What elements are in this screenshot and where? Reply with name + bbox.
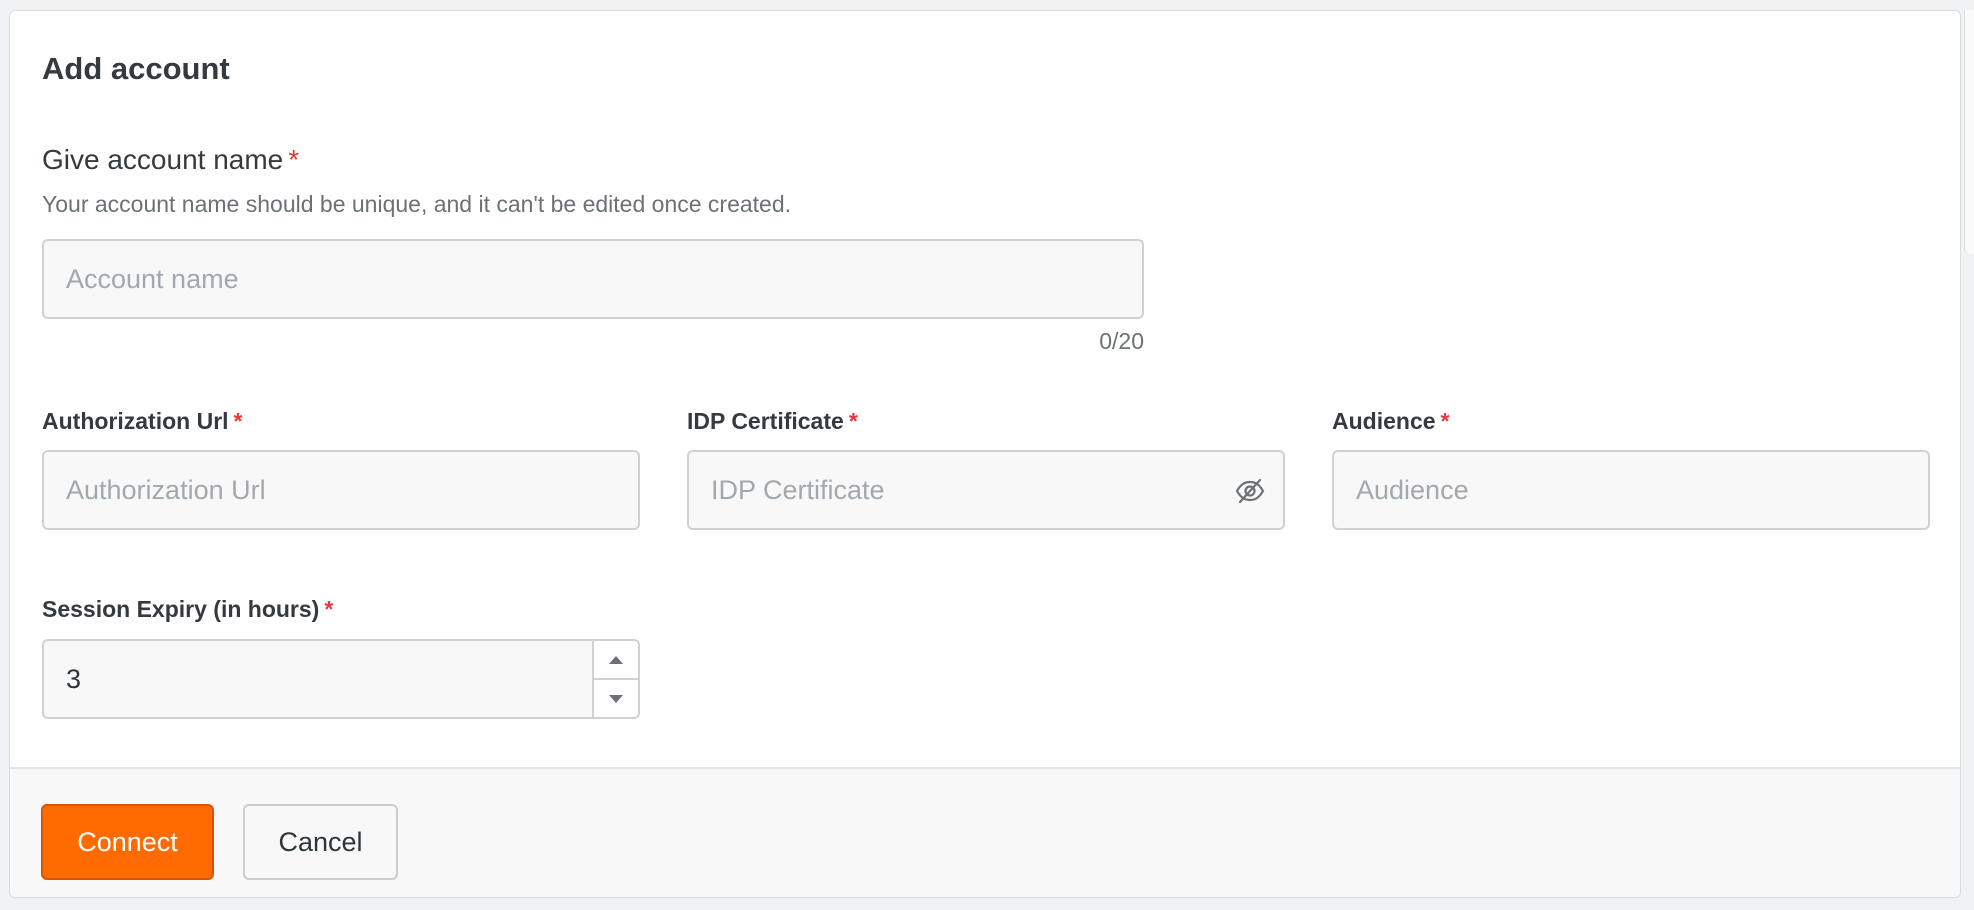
account-name-label: Give account name * <box>42 144 299 176</box>
account-name-label-text: Give account name <box>42 144 284 175</box>
session-expiry-input[interactable] <box>44 641 594 717</box>
dialog-title: Add account <box>42 51 230 86</box>
caret-down-icon <box>609 694 623 703</box>
idp-certificate-label-text: IDP Certificate <box>687 408 844 434</box>
eye-off-icon[interactable] <box>1234 475 1266 507</box>
decrement-button[interactable] <box>594 680 638 717</box>
required-asterisk: * <box>324 596 334 622</box>
authorization-url-label: Authorization Url * <box>42 408 243 435</box>
session-expiry-label-text: Session Expiry (in hours) <box>42 596 320 622</box>
authorization-url-input[interactable] <box>42 450 640 530</box>
audience-label-text: Audience <box>1332 408 1436 434</box>
connect-button[interactable]: Connect <box>41 804 214 880</box>
increment-button[interactable] <box>594 641 638 680</box>
audience-label: Audience * <box>1332 408 1449 435</box>
idp-certificate-input[interactable] <box>687 450 1285 530</box>
session-expiry-stepper <box>42 639 640 719</box>
stepper-controls <box>592 641 638 717</box>
account-name-help-text: Your account name should be unique, and … <box>42 191 792 217</box>
add-account-dialog: Add account Give account name * Your acco… <box>9 10 1961 898</box>
caret-up-icon <box>609 655 623 664</box>
audience-input[interactable] <box>1332 450 1930 530</box>
session-expiry-label: Session Expiry (in hours) * <box>42 596 333 623</box>
character-counter: 0/20 <box>1099 328 1144 354</box>
cancel-button[interactable]: Cancel <box>243 804 398 880</box>
dialog-footer: Connect Cancel <box>10 767 1960 897</box>
account-name-input[interactable] <box>42 239 1144 319</box>
required-asterisk: * <box>848 408 858 434</box>
required-asterisk: * <box>1440 408 1450 434</box>
required-asterisk: * <box>288 144 300 175</box>
idp-certificate-label: IDP Certificate * <box>687 408 858 435</box>
required-asterisk: * <box>233 408 243 434</box>
background-panel-edge <box>1964 10 1974 254</box>
authorization-url-label-text: Authorization Url <box>42 408 229 434</box>
